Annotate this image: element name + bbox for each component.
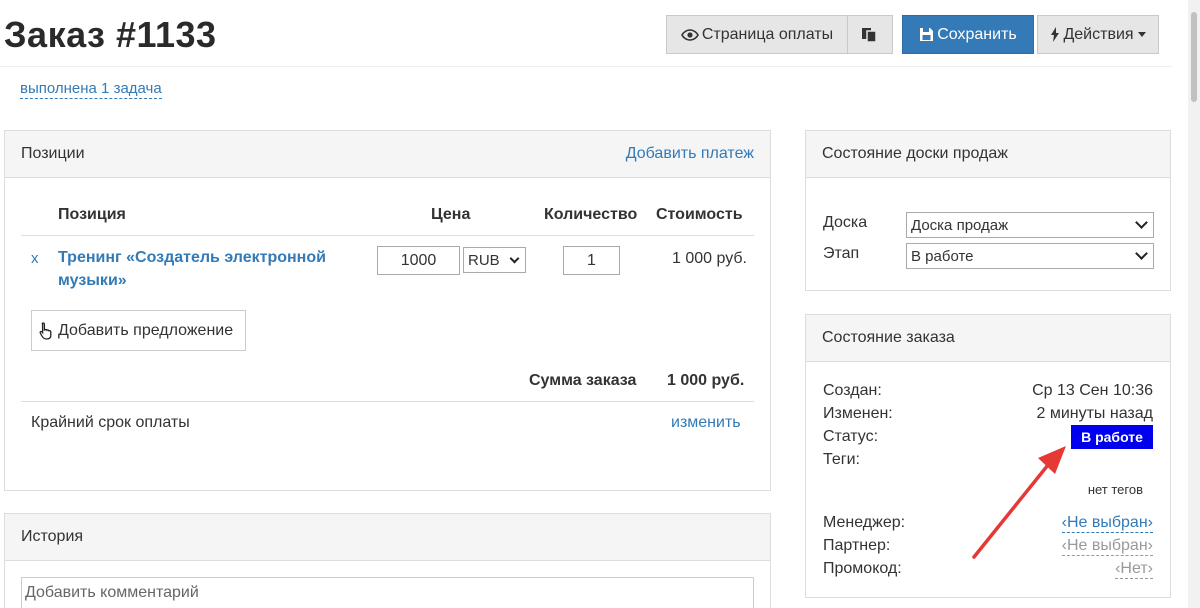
- manager-label: Менеджер:: [823, 514, 906, 531]
- stage-select-value: В работе: [911, 247, 974, 265]
- positions-panel: Позиции Добавить платеж Позиция Цена Кол…: [4, 130, 771, 491]
- caret-down-icon: [1137, 32, 1146, 37]
- partner-label: Партнер:: [823, 537, 891, 554]
- promo-label: Промокод:: [823, 560, 902, 577]
- position-cost: 1 000 руб.: [672, 250, 747, 267]
- status-badge[interactable]: В работе: [1071, 425, 1153, 449]
- annotation-arrow: [972, 446, 1066, 559]
- board-select-value: Доска продаж: [911, 216, 1009, 234]
- pointer-hand-icon: [39, 321, 52, 340]
- page-scrollbar[interactable]: [1188, 0, 1200, 608]
- created-label: Создан:: [823, 382, 882, 399]
- column-cost: Стоимость: [656, 206, 743, 223]
- history-panel: История Добавить комментарий: [4, 513, 771, 608]
- order-state-panel-header: Состояние заказа: [806, 315, 1170, 362]
- chevron-down-icon: [1135, 247, 1148, 260]
- positions-panel-header: Позиции Добавить платеж: [5, 131, 770, 178]
- total-divider: [21, 401, 754, 402]
- payment-page-button[interactable]: Страница оплаты: [666, 15, 848, 54]
- currency-select[interactable]: RUB: [463, 247, 526, 273]
- order-total-label: Сумма заказа: [529, 372, 637, 389]
- completed-tasks-link[interactable]: выполнена 1 задача: [20, 80, 162, 99]
- chevron-down-icon: [509, 253, 520, 263]
- order-state-title: Состояние заказа: [822, 329, 955, 346]
- promo-select-link[interactable]: ‹Нет›: [1115, 560, 1153, 579]
- history-panel-header: История: [5, 514, 770, 561]
- history-title: История: [21, 528, 84, 545]
- status-label: Статус:: [823, 428, 879, 445]
- toolbar: Страница оплаты Сохранить Действия: [666, 15, 1159, 54]
- column-quantity: Количество: [544, 206, 638, 223]
- copy-icon: [861, 27, 877, 43]
- chevron-down-icon: [1135, 216, 1148, 229]
- tags-label: Теги:: [823, 451, 860, 468]
- floppy-icon: [920, 28, 934, 41]
- quantity-input[interactable]: 1: [563, 246, 620, 275]
- order-total-value: 1 000 руб.: [667, 372, 745, 389]
- save-button[interactable]: Сохранить: [902, 15, 1034, 54]
- positions-title: Позиции: [21, 145, 85, 162]
- eye-icon: [680, 28, 699, 41]
- header-divider: [0, 66, 1172, 67]
- add-payment-link[interactable]: Добавить платеж: [626, 145, 754, 163]
- scrollbar-thumb[interactable]: [1191, 12, 1197, 102]
- change-deadline-link[interactable]: изменить: [671, 414, 741, 432]
- tags-value: нет тегов: [1087, 482, 1143, 497]
- board-select[interactable]: Доска продаж: [906, 212, 1154, 238]
- remove-position-button[interactable]: x: [31, 250, 39, 267]
- actions-label: Действия: [1063, 25, 1134, 43]
- column-price: Цена: [431, 206, 471, 223]
- page-title: Заказ #1133: [4, 14, 217, 55]
- payment-deadline-label: Крайний срок оплаты: [31, 414, 190, 431]
- modified-label: Изменен:: [823, 405, 893, 422]
- sales-board-panel-header: Состояние доски продаж: [806, 131, 1170, 178]
- price-input[interactable]: 1000: [377, 246, 460, 275]
- column-position: Позиция: [58, 206, 126, 223]
- board-label: Доска: [823, 214, 868, 231]
- bolt-icon: [1051, 27, 1060, 42]
- stage-select[interactable]: В работе: [906, 243, 1154, 269]
- sales-board-panel: Состояние доски продаж Доска Доска прода…: [805, 130, 1171, 291]
- payment-page-label: Страница оплаты: [701, 25, 834, 43]
- position-name-link[interactable]: Тренинг «Создатель электронной музыки»: [58, 246, 358, 292]
- save-label: Сохранить: [937, 25, 1017, 43]
- stage-label: Этап: [823, 245, 860, 262]
- add-offer-button[interactable]: Добавить предложение: [31, 310, 246, 351]
- comment-textarea[interactable]: Добавить комментарий: [21, 577, 754, 608]
- add-offer-label: Добавить предложение: [58, 321, 234, 339]
- copy-button[interactable]: [848, 15, 893, 54]
- created-value: Ср 13 Сен 10:36: [1032, 382, 1153, 399]
- table-header-divider: [21, 235, 754, 236]
- actions-dropdown-button[interactable]: Действия: [1037, 15, 1159, 54]
- sales-board-title: Состояние доски продаж: [822, 145, 1008, 162]
- currency-value: RUB: [468, 251, 500, 269]
- modified-value: 2 минуты назад: [1036, 405, 1153, 422]
